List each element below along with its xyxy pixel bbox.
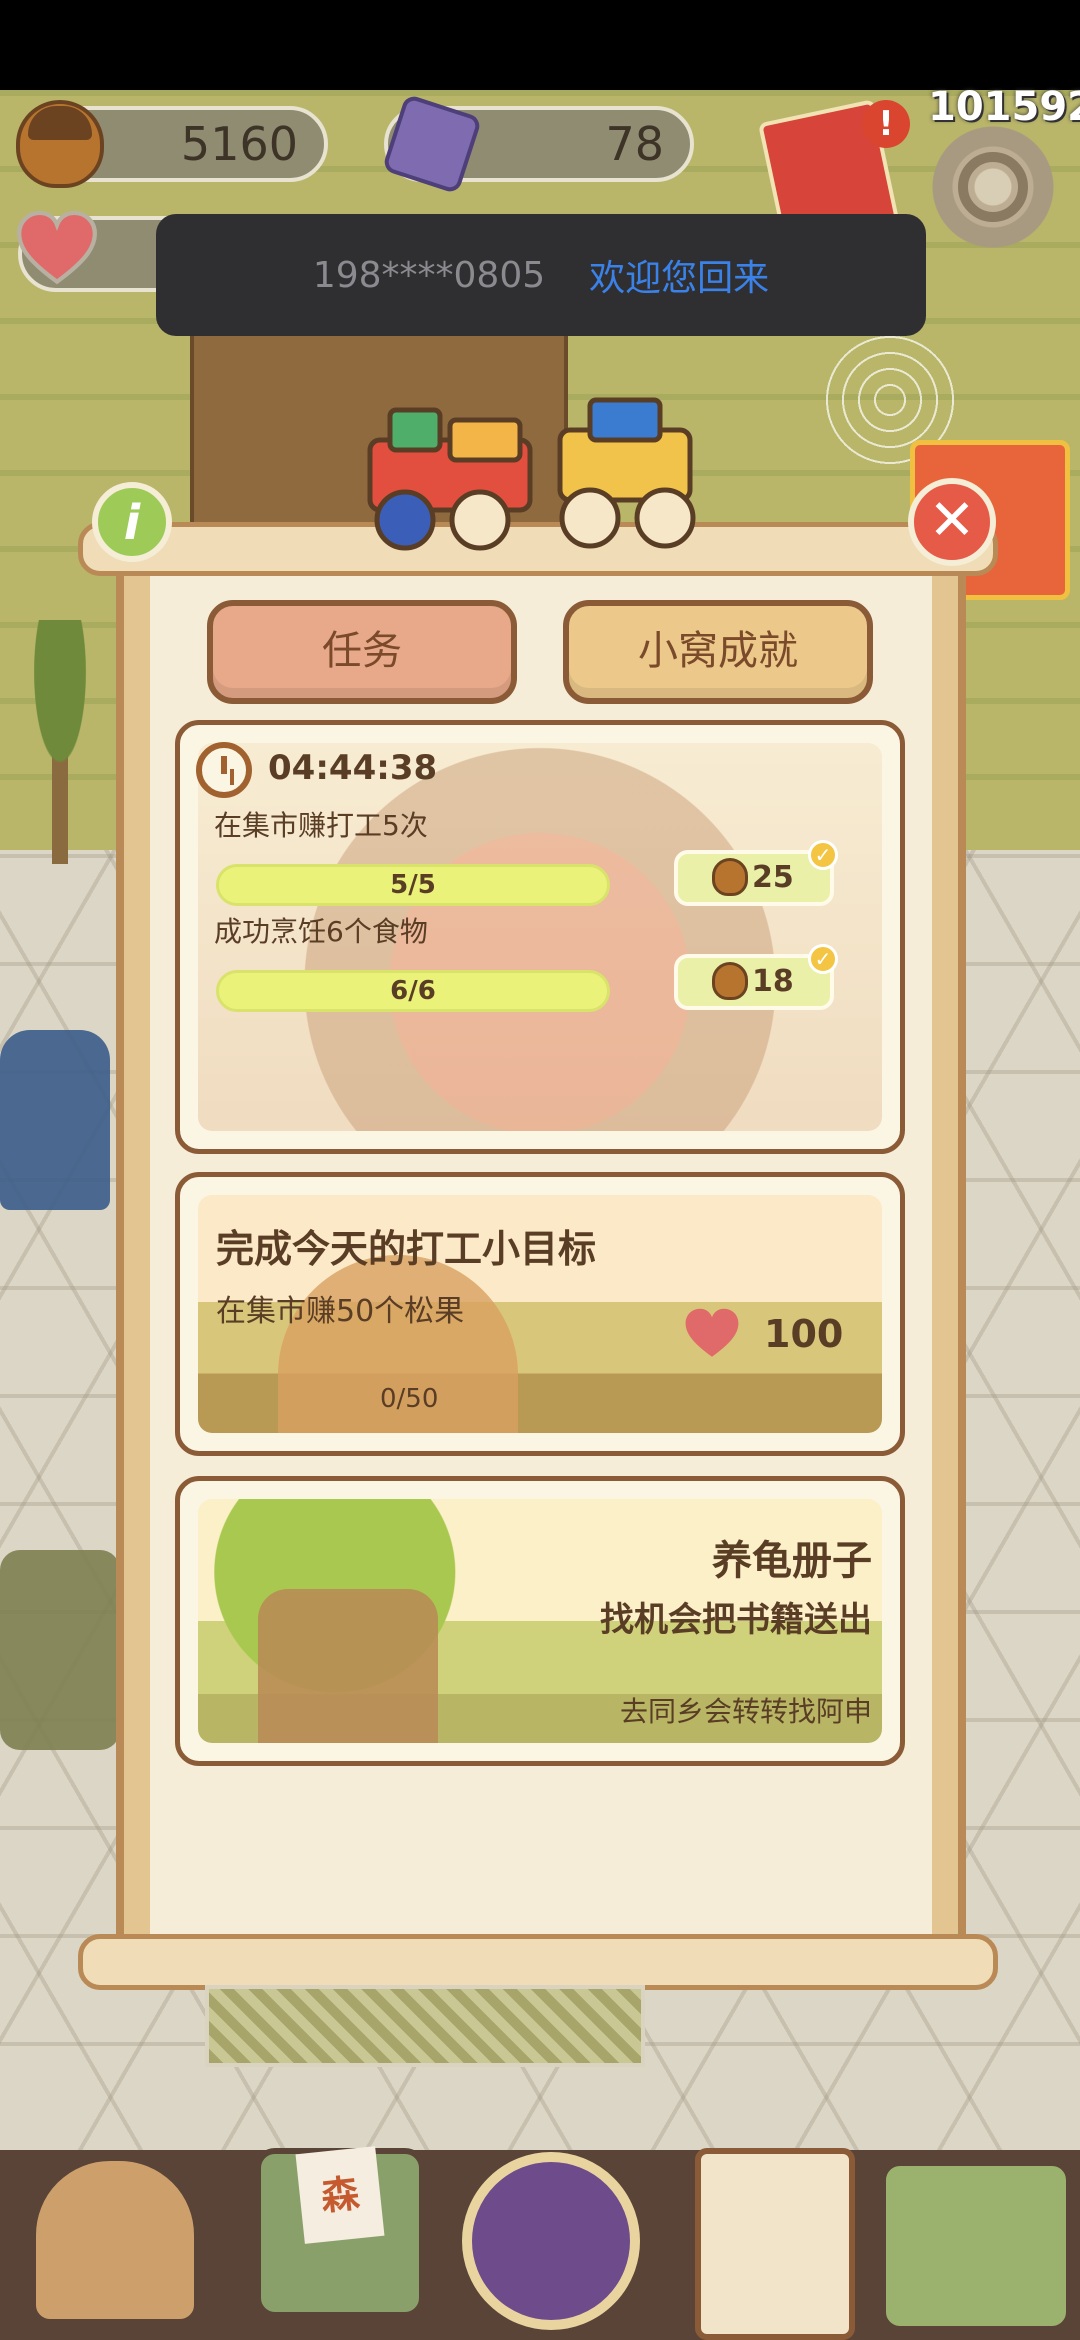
clock-icon <box>196 742 252 798</box>
toast-phone: 198****0805 <box>312 254 546 296</box>
score-display: 101592 <box>928 84 1080 130</box>
task-progress-text: 6/6 <box>390 976 436 1006</box>
goal-reward-amount: 100 <box>764 1312 844 1356</box>
task-reward-amount: 18 <box>752 964 794 999</box>
acorn-icon <box>712 962 748 1000</box>
close-button[interactable]: ✕ <box>908 478 996 566</box>
scroll-bottom-rod <box>78 1934 998 1990</box>
home-icon[interactable] <box>30 2155 200 2325</box>
basket-decoration <box>0 1550 120 1750</box>
goal-progress-text: 0/50 <box>380 1384 439 1414</box>
mail-stamp: 森 <box>295 2146 385 2244</box>
alert-icon: ! <box>862 100 910 148</box>
heart-icon <box>685 1308 739 1357</box>
tab-tasks[interactable]: 任务 <box>207 600 517 704</box>
task-label: 在集市赚打工5次 <box>214 809 428 842</box>
welcome-toast: 198****0805 欢迎您回来 <box>156 214 926 336</box>
info-button[interactable]: i <box>92 482 172 562</box>
goal-subtitle: 在集市赚50个松果 <box>216 1294 465 1329</box>
task-progress-bar: 5/5 <box>216 864 610 906</box>
task-progress-text: 5/5 <box>390 870 436 900</box>
plant-decoration <box>0 620 120 880</box>
tree-illustration <box>258 1589 438 1743</box>
check-icon: ✓ <box>808 840 838 870</box>
status-bar <box>0 0 1080 90</box>
heart-icon <box>17 210 97 285</box>
gem-count: 78 <box>605 117 664 171</box>
story-title: 养龟册子 <box>712 1538 872 1584</box>
scroll-edge-left <box>116 560 124 1950</box>
teapot-decoration <box>0 1030 110 1210</box>
gear-icon-hub <box>958 152 1028 222</box>
acorn-icon <box>16 100 104 188</box>
egg-icon[interactable] <box>462 2152 640 2330</box>
toy-train-icon <box>367 397 696 551</box>
story-hint: 去同乡会转转找阿申 <box>619 1695 872 1728</box>
scroll-fringe <box>205 1985 645 2067</box>
acorn-count: 5160 <box>180 117 298 171</box>
check-icon: ✓ <box>808 944 838 974</box>
goal-title: 完成今天的打工小目标 <box>216 1227 597 1271</box>
acorn-icon <box>712 858 748 896</box>
task-timer: 04:44:38 <box>268 748 438 788</box>
task-label: 成功烹饪6个食物 <box>214 915 428 948</box>
task-progress-bar: 6/6 <box>216 970 610 1012</box>
clipboard-icon[interactable] <box>695 2148 855 2340</box>
scroll-edge-right <box>958 560 966 1950</box>
toast-message: 欢迎您回来 <box>589 258 770 299</box>
task-reward-amount: 25 <box>752 860 794 895</box>
story-subtitle: 找机会把书籍送出 <box>600 1600 872 1640</box>
tab-achievements[interactable]: 小窝成就 <box>563 600 873 704</box>
map-icon[interactable] <box>880 2160 1072 2332</box>
